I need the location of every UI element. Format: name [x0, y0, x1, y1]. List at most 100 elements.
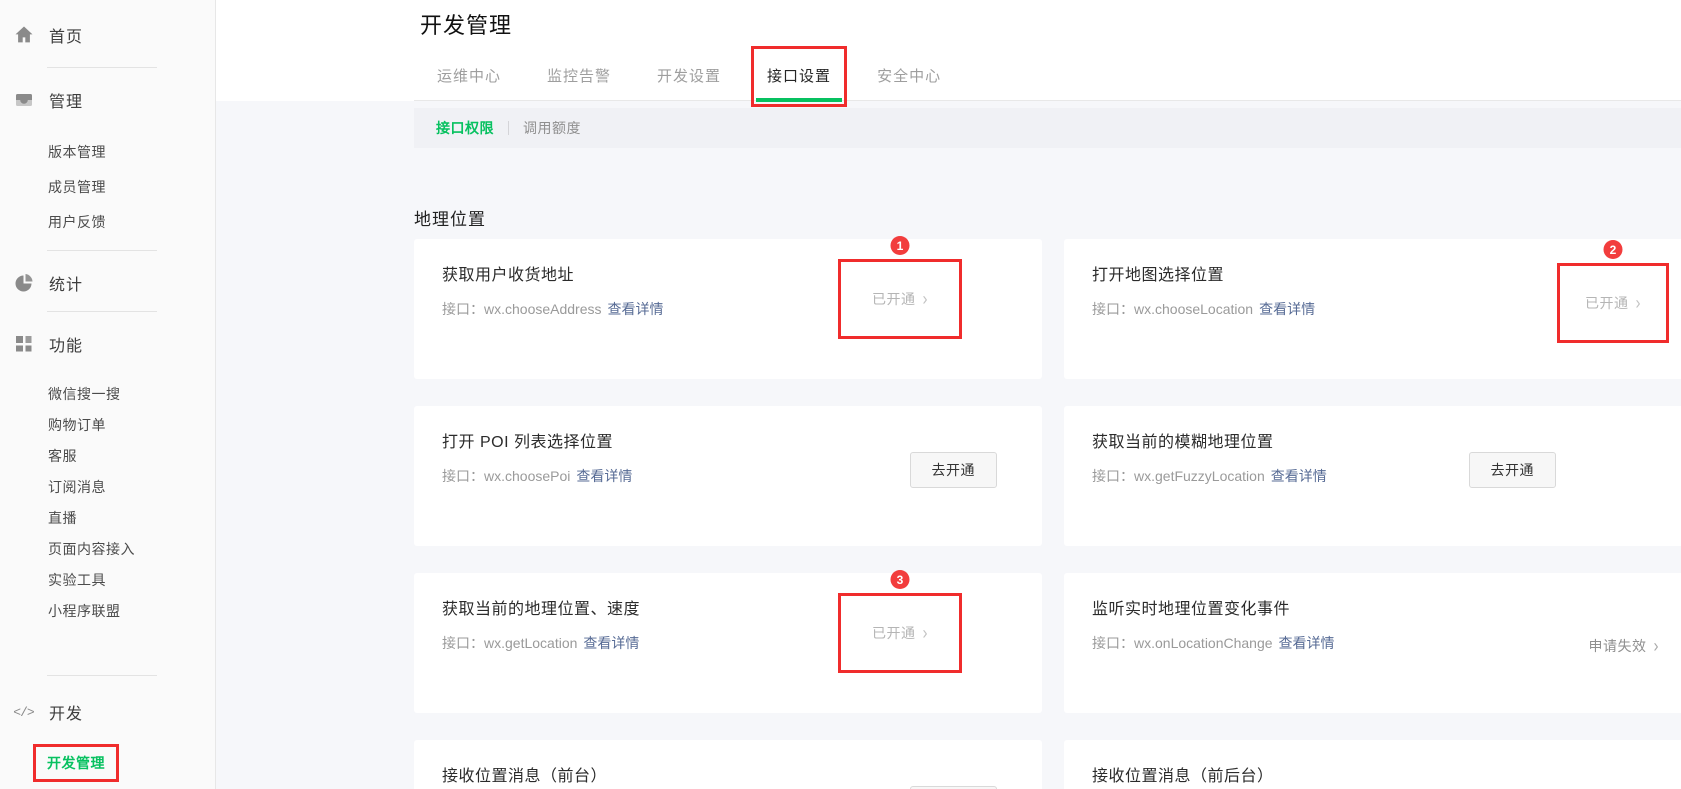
- view-details-link[interactable]: 查看详情: [576, 468, 632, 484]
- code-icon: </>: [13, 702, 34, 723]
- api-prefix: 接口：: [1092, 635, 1134, 651]
- sidebar-item-stats[interactable]: 统计: [0, 265, 215, 301]
- api-card-title: 监听实时地理位置变化事件: [1092, 599, 1656, 621]
- annotation-badge-2: 2: [1604, 240, 1623, 259]
- api-card-getLocation: 获取当前的地理位置、速度 接口：wx.getLocation查看详情 3 已开通…: [414, 573, 1042, 713]
- sidebar: 首页 管理 版本管理 成员管理 用户反馈: [0, 0, 216, 789]
- tab-ops-center[interactable]: 运维中心: [434, 65, 504, 100]
- subtab-call-quota[interactable]: 调用额度: [523, 118, 581, 138]
- status-opened[interactable]: 已开通›: [1585, 293, 1641, 313]
- api-line: 接口：wx.getFuzzyLocation查看详情: [1092, 466, 1656, 486]
- page-title: 开发管理: [420, 8, 1681, 40]
- go-open-button[interactable]: 去开通: [910, 452, 998, 488]
- status-opened[interactable]: 已开通›: [872, 289, 928, 309]
- api-name: wx.getLocation: [484, 635, 577, 651]
- sidebar-item-dev[interactable]: </> 开发: [0, 694, 215, 730]
- main-area: 开发管理 运维中心 监控告警 开发设置 接口设置 安全中心 接口权限 调用额度 …: [216, 0, 1681, 789]
- sidebar-item-label: 管理: [49, 88, 83, 112]
- annotation-box-3: 3 已开通›: [838, 593, 962, 673]
- chevron-right-icon: ›: [1636, 293, 1642, 314]
- pie-chart-icon: [13, 273, 34, 294]
- api-prefix: 接口：: [442, 635, 484, 651]
- active-tab-underline: [756, 98, 842, 102]
- status-apply-invalid[interactable]: 申请失效›: [1589, 636, 1660, 656]
- annotation-badge-3: 3: [891, 570, 910, 589]
- sidebar-item-home[interactable]: 首页: [0, 17, 215, 53]
- api-card-chooseLocation: 打开地图选择位置 接口：wx.chooseLocation查看详情 2 已开通›: [1064, 239, 1681, 379]
- card-grid: 获取用户收货地址 接口：wx.chooseAddress查看详情 1 已开通› …: [414, 239, 1681, 789]
- go-open-button[interactable]: 去开通: [1469, 452, 1557, 488]
- chevron-right-icon: ›: [1654, 636, 1660, 657]
- annotation-badge-1: 1: [891, 236, 910, 255]
- view-details-link[interactable]: 查看详情: [1279, 635, 1335, 651]
- tray-icon: [13, 90, 34, 111]
- sidebar-item-subscribe-message[interactable]: 订阅消息: [0, 472, 215, 503]
- sidebar-manage-sublist: 版本管理 成员管理 用户反馈: [0, 135, 215, 240]
- sidebar-item-wechat-search[interactable]: 微信搜一搜: [0, 379, 215, 410]
- section-title-geolocation: 地理位置: [414, 205, 1681, 230]
- sidebar-item-manage[interactable]: 管理: [0, 82, 215, 118]
- subtab-separator: [508, 121, 509, 135]
- api-card-title: 打开 POI 列表选择位置: [442, 432, 1014, 454]
- api-prefix: 接口：: [1092, 301, 1134, 317]
- sidebar-item-label: 统计: [49, 271, 83, 295]
- status-opened[interactable]: 已开通›: [872, 623, 928, 643]
- sidebar-item-user-feedback[interactable]: 用户反馈: [0, 205, 215, 240]
- subtab-interface-permission[interactable]: 接口权限: [436, 118, 494, 138]
- api-line: 接口：wx.onLocationChange 查看详情: [1092, 633, 1656, 653]
- view-details-link[interactable]: 查看详情: [1271, 468, 1327, 484]
- sidebar-item-features[interactable]: 功能: [0, 326, 215, 362]
- api-prefix: 接口：: [442, 301, 484, 317]
- api-card-receive-location-background: 接收位置消息（前后台）: [1064, 740, 1681, 789]
- grid-icon: [13, 334, 34, 355]
- sidebar-divider: [47, 675, 157, 676]
- api-card-title: 接收位置消息（前台）: [442, 766, 1014, 788]
- content-area: 接口权限 调用额度 地理位置 获取用户收货地址 接口：wx.chooseAddr…: [216, 101, 1681, 789]
- view-details-link[interactable]: 查看详情: [1259, 301, 1315, 317]
- api-name: wx.onLocationChange: [1134, 635, 1273, 651]
- sidebar-item-label: 开发: [49, 700, 83, 724]
- api-card-title: 获取当前的模糊地理位置: [1092, 432, 1656, 454]
- sidebar-item-label: 功能: [49, 332, 83, 356]
- view-details-link[interactable]: 查看详情: [583, 635, 639, 651]
- sidebar-item-page-content[interactable]: 页面内容接入: [0, 534, 215, 565]
- api-name: wx.chooseAddress: [484, 301, 602, 317]
- sidebar-divider: [47, 250, 157, 251]
- tab-monitor-alert[interactable]: 监控告警: [544, 65, 614, 100]
- tab-label: 接口设置: [767, 68, 831, 85]
- page-header: 开发管理 运维中心 监控告警 开发设置 接口设置 安全中心: [216, 0, 1681, 101]
- app-window: 首页 管理 版本管理 成员管理 用户反馈: [0, 0, 1681, 789]
- sidebar-features-sublist: 微信搜一搜 购物订单 客服 订阅消息 直播 页面内容接入 实验工具 小程序联盟: [0, 379, 215, 627]
- subtab-bar: 接口权限 调用额度: [414, 108, 1681, 148]
- annotation-box-1: 1 已开通›: [838, 259, 962, 339]
- tab-interface-settings[interactable]: 接口设置: [764, 65, 834, 100]
- sidebar-item-lab-tools[interactable]: 实验工具: [0, 565, 215, 596]
- sidebar-item-miniprogram-union[interactable]: 小程序联盟: [0, 596, 215, 627]
- api-card-onLocationChange: 监听实时地理位置变化事件 接口：wx.onLocationChange查看详情 …: [1064, 573, 1681, 713]
- sidebar-item-label: 首页: [49, 23, 83, 47]
- annotation-box-2: 2 已开通›: [1557, 263, 1669, 343]
- api-prefix: 接口：: [442, 468, 484, 484]
- sidebar-divider: [47, 67, 157, 68]
- sidebar-item-shopping-orders[interactable]: 购物订单: [0, 410, 215, 441]
- sidebar-item-member-manage[interactable]: 成员管理: [0, 170, 215, 205]
- sidebar-item-version-manage[interactable]: 版本管理: [0, 135, 215, 170]
- sidebar-item-customer-service[interactable]: 客服: [0, 441, 215, 472]
- annotation-box-sidebar: 开发管理: [33, 744, 119, 782]
- home-icon: [13, 25, 34, 46]
- api-card-receive-location-foreground: 接收位置消息（前台） 去开通: [414, 740, 1042, 789]
- api-card-title: 接收位置消息（前后台）: [1092, 766, 1656, 788]
- sidebar-divider: [47, 311, 157, 312]
- chevron-right-icon: ›: [923, 623, 929, 644]
- api-name: wx.chooseLocation: [1134, 301, 1253, 317]
- tab-bar: 运维中心 监控告警 开发设置 接口设置 安全中心: [414, 65, 1681, 101]
- tab-security-center[interactable]: 安全中心: [874, 65, 944, 100]
- api-card-choosePoi: 打开 POI 列表选择位置 接口：wx.choosePoi查看详情 去开通: [414, 406, 1042, 546]
- sidebar-item-live[interactable]: 直播: [0, 503, 215, 534]
- api-prefix: 接口：: [1092, 468, 1134, 484]
- view-details-link[interactable]: 查看详情: [608, 301, 664, 317]
- tab-dev-settings[interactable]: 开发设置: [654, 65, 724, 100]
- api-card-getFuzzyLocation: 获取当前的模糊地理位置 接口：wx.getFuzzyLocation查看详情 去…: [1064, 406, 1681, 546]
- chevron-right-icon: ›: [923, 289, 929, 310]
- sidebar-item-dev-manage-active[interactable]: 开发管理: [47, 753, 105, 773]
